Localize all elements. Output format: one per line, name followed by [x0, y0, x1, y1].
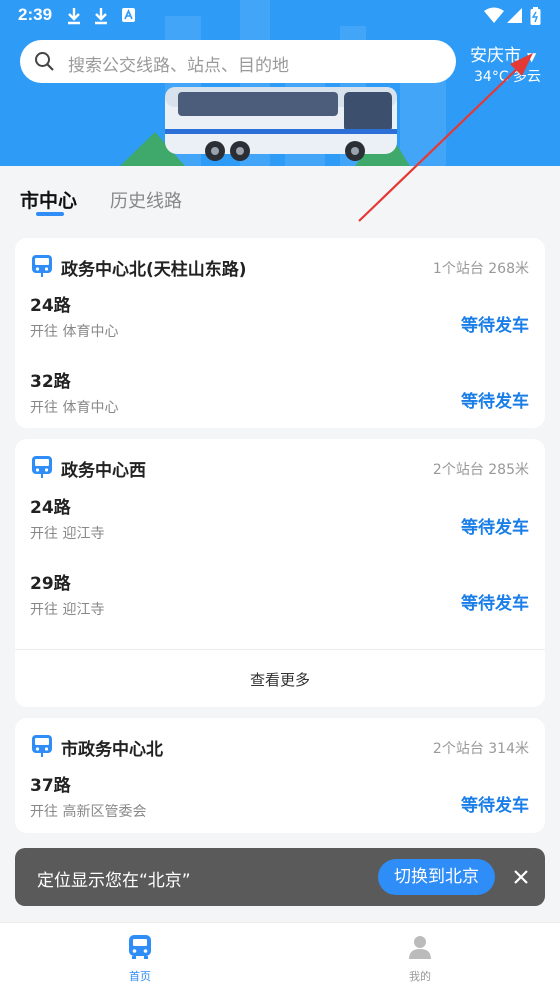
route-row[interactable]: 37路 开往 高新区管委会 等待发车	[15, 771, 545, 841]
route-status: 等待发车	[461, 392, 529, 412]
wifi-icon	[484, 7, 504, 23]
route-direction: 开往 体育中心	[30, 324, 119, 340]
city-selector[interactable]: 安庆市 ▼	[470, 41, 536, 66]
view-more-button[interactable]: 查看更多	[15, 669, 545, 690]
tab-history-routes[interactable]: 历史线路	[110, 187, 182, 213]
bus-illustration	[120, 82, 420, 166]
route-direction: 开往 体育中心	[30, 400, 119, 416]
search-placeholder: 搜索公交线路、站点、目的地	[68, 56, 289, 76]
route-name: 32路	[30, 372, 71, 392]
route-direction: 开往 迎江寺	[30, 526, 105, 542]
route-name: 29路	[30, 574, 71, 594]
route-name: 37路	[30, 776, 71, 796]
route-name: 24路	[30, 498, 71, 518]
route-row[interactable]: 24路 开往 体育中心 等待发车	[15, 291, 545, 361]
nav-home-label: 首页	[129, 970, 151, 983]
stop-distance: 2个站台 314米	[432, 741, 529, 757]
route-status: 等待发车	[461, 796, 529, 816]
switch-city-button[interactable]: 切换到北京	[378, 859, 495, 895]
close-icon[interactable]	[509, 865, 533, 889]
status-bar: 2:39	[0, 0, 560, 32]
divider	[15, 649, 545, 650]
route-status: 等待发车	[461, 594, 529, 614]
stop-card[interactable]: 政务中心北(天柱山东路) 1个站台 268米 24路 开往 体育中心 等待发车 …	[15, 238, 545, 428]
tab-bar: 市中心 历史线路	[0, 166, 560, 226]
stop-name: 市政务中心北	[61, 740, 163, 760]
route-row[interactable]: 29路 开往 迎江寺 等待发车	[15, 569, 545, 639]
download-icon	[95, 8, 107, 25]
tab-city-center[interactable]: 市中心	[20, 186, 77, 213]
city-label: 安庆市	[470, 46, 521, 66]
tab-active-indicator	[36, 212, 64, 216]
bus-stop-icon	[32, 735, 52, 757]
signal-icon	[507, 8, 522, 23]
route-row[interactable]: 32路 开往 体育中心 等待发车	[15, 367, 545, 437]
keyboard-icon	[122, 8, 135, 22]
weather-text: 34°C 多云	[474, 69, 542, 85]
stop-name: 政务中心西	[61, 461, 146, 481]
nav-me[interactable]: 我的	[380, 933, 460, 984]
user-icon	[409, 936, 431, 959]
stop-card[interactable]: 政务中心西 2个站台 285米 24路 开往 迎江寺 等待发车 29路 开往 迎…	[15, 439, 545, 707]
route-direction: 开往 迎江寺	[30, 602, 105, 618]
route-name: 24路	[30, 296, 71, 316]
stop-distance: 1个站台 268米	[432, 261, 529, 277]
bottom-navigation: 首页 我的	[0, 922, 560, 995]
nav-home[interactable]: 首页	[100, 933, 180, 984]
battery-icon	[530, 7, 541, 25]
toast-message: 定位显示您在“北京”	[37, 871, 191, 891]
stop-name: 政务中心北(天柱山东路)	[61, 260, 247, 280]
route-status: 等待发车	[461, 518, 529, 538]
nav-me-label: 我的	[409, 970, 431, 983]
location-toast: 定位显示您在“北京” 切换到北京	[15, 848, 545, 906]
route-direction: 开往 高新区管委会	[30, 804, 147, 820]
route-status: 等待发车	[461, 316, 529, 336]
stop-card[interactable]: 市政务中心北 2个站台 314米 37路 开往 高新区管委会 等待发车	[15, 718, 545, 833]
bus-icon	[129, 935, 151, 959]
bus-stop-icon	[32, 456, 52, 478]
search-input[interactable]: 搜索公交线路、站点、目的地	[20, 40, 456, 83]
header-banner: 2:39 搜索公交线路、站点、目的地 安庆市 ▼ 34°C 多云	[0, 0, 560, 166]
route-row[interactable]: 24路 开往 迎江寺 等待发车	[15, 493, 545, 563]
search-icon	[35, 52, 54, 71]
stop-distance: 2个站台 285米	[432, 462, 529, 478]
bus-stop-icon	[32, 255, 52, 277]
download-icon	[68, 8, 80, 25]
dropdown-arrow-icon: ▼	[527, 50, 537, 64]
status-time: 2:39	[18, 5, 53, 24]
